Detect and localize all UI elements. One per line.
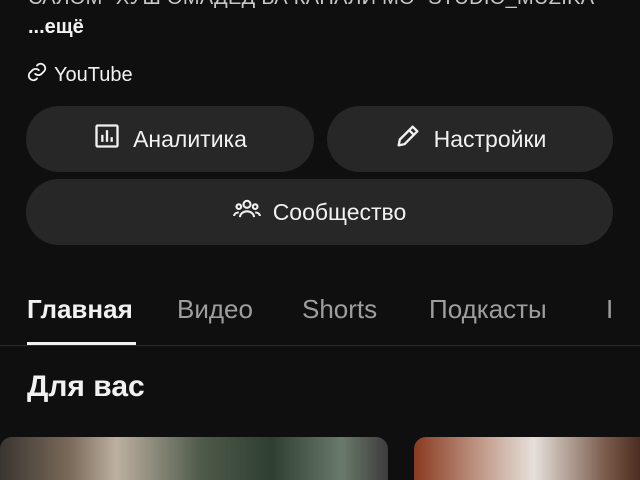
- youtube-link[interactable]: YouTube: [26, 62, 133, 88]
- settings-button[interactable]: Настройки: [327, 106, 613, 172]
- channel-tabs: Главная Видео Shorts Подкасты I: [0, 284, 640, 346]
- analytics-button[interactable]: Аналитика: [26, 106, 314, 172]
- tab-partial[interactable]: I: [606, 294, 613, 325]
- video-thumbnail[interactable]: [414, 437, 640, 480]
- analytics-icon: [93, 122, 121, 156]
- community-label: Сообщество: [272, 198, 407, 225]
- video-thumbnail[interactable]: [0, 437, 388, 480]
- active-tab-indicator: [27, 342, 136, 345]
- tab-podcasts[interactable]: Подкасты: [429, 294, 547, 325]
- tab-shorts[interactable]: Shorts: [302, 294, 377, 325]
- pencil-icon: [394, 122, 422, 156]
- community-button[interactable]: Сообщество: [26, 179, 613, 245]
- settings-label: Настройки: [433, 125, 547, 152]
- analytics-label: Аналитика: [133, 125, 247, 152]
- link-icon: [26, 61, 48, 89]
- tab-videos[interactable]: Видео: [177, 294, 253, 325]
- more-link[interactable]: ...ещё: [28, 16, 84, 39]
- tab-home[interactable]: Главная: [27, 294, 133, 325]
- channel-description: САЛОМ "ХУШ ОМАДЕД БА КАНАЛИ МО" STUDIO_M…: [28, 0, 628, 10]
- channel-page: САЛОМ "ХУШ ОМАДЕД БА КАНАЛИ МО" STUDIO_M…: [0, 0, 640, 480]
- people-icon: [232, 195, 261, 229]
- section-title: Для вас: [27, 370, 145, 403]
- youtube-link-label: YouTube: [54, 63, 133, 86]
